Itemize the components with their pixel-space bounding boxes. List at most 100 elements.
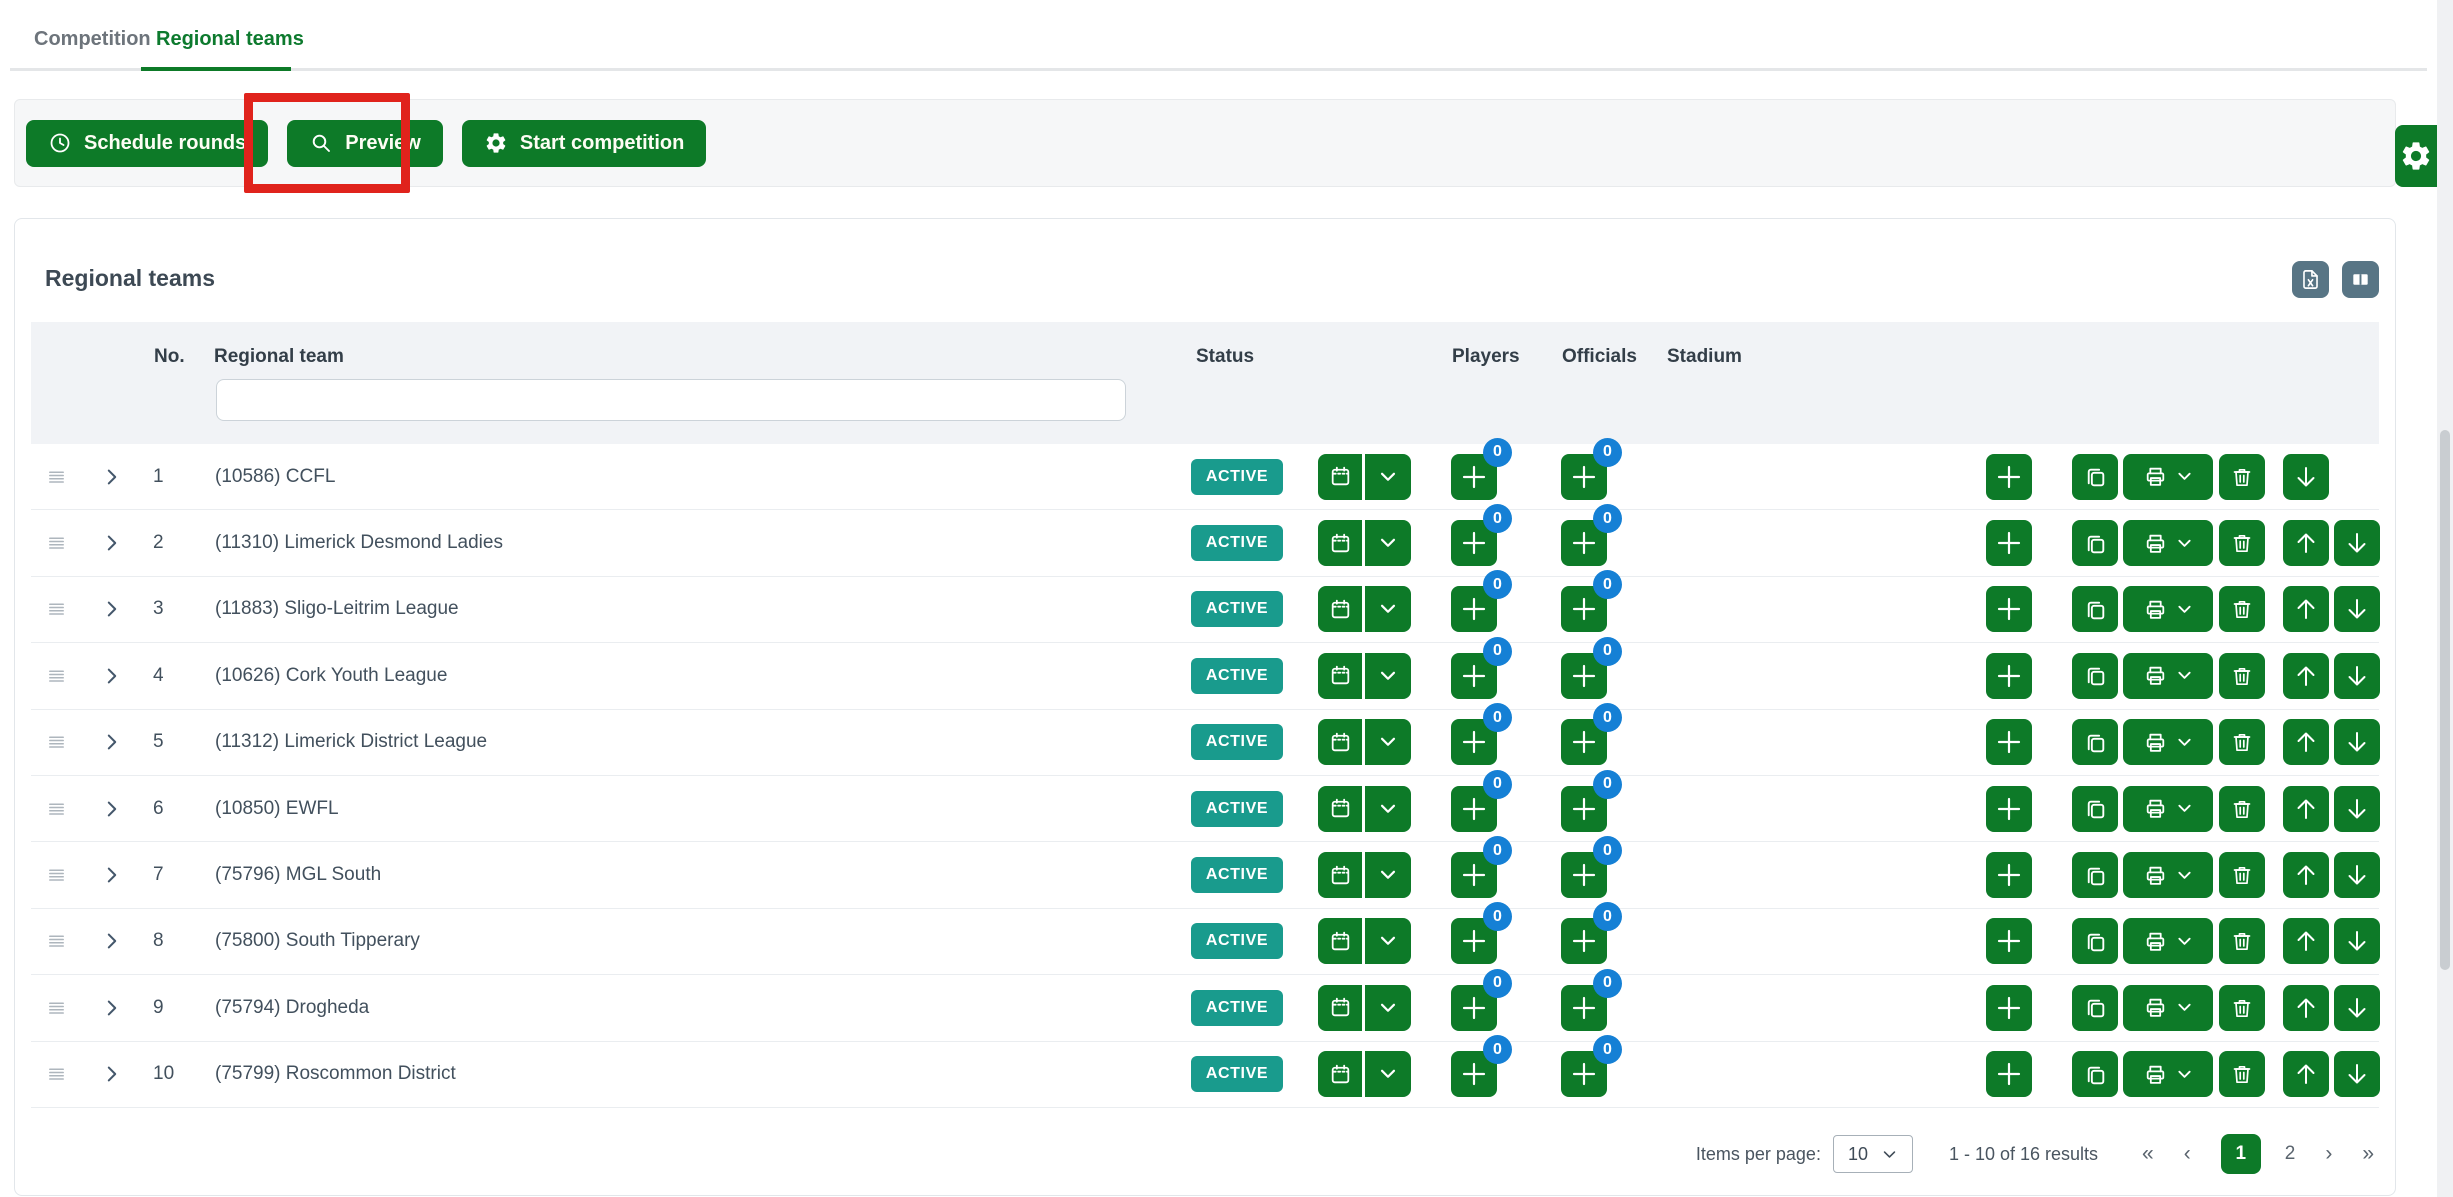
move-up-button[interactable] bbox=[2283, 786, 2329, 832]
delete-button[interactable] bbox=[2219, 918, 2265, 964]
expand-row-button[interactable] bbox=[101, 1063, 123, 1085]
schedule-button[interactable] bbox=[1318, 719, 1362, 765]
drag-handle-icon[interactable] bbox=[45, 664, 68, 687]
copy-button[interactable] bbox=[2072, 786, 2118, 832]
delete-button[interactable] bbox=[2219, 520, 2265, 566]
delete-button[interactable] bbox=[2219, 454, 2265, 500]
print-button[interactable] bbox=[2123, 1051, 2213, 1097]
add-official-button[interactable]: 0 bbox=[1561, 520, 1607, 566]
move-down-button[interactable] bbox=[2283, 454, 2329, 500]
schedule-button[interactable] bbox=[1318, 852, 1362, 898]
add-player-button[interactable]: 0 bbox=[1451, 454, 1497, 500]
move-down-button[interactable] bbox=[2334, 852, 2380, 898]
move-down-button[interactable] bbox=[2334, 520, 2380, 566]
schedule-dropdown-button[interactable] bbox=[1365, 719, 1411, 765]
last-page-button[interactable]: » bbox=[2362, 1142, 2374, 1166]
row-add-button[interactable] bbox=[1986, 520, 2032, 566]
expand-row-button[interactable] bbox=[101, 665, 123, 687]
schedule-dropdown-button[interactable] bbox=[1365, 454, 1411, 500]
tab-competition[interactable]: Competition bbox=[34, 28, 151, 51]
move-down-button[interactable] bbox=[2334, 653, 2380, 699]
add-official-button[interactable]: 0 bbox=[1561, 586, 1607, 632]
next-page-button[interactable]: › bbox=[2325, 1142, 2332, 1166]
expand-row-button[interactable] bbox=[101, 997, 123, 1019]
settings-flyout-button[interactable] bbox=[2395, 125, 2437, 187]
move-down-button[interactable] bbox=[2334, 918, 2380, 964]
move-up-button[interactable] bbox=[2283, 918, 2329, 964]
delete-button[interactable] bbox=[2219, 653, 2265, 699]
expand-row-button[interactable] bbox=[101, 466, 123, 488]
add-official-button[interactable]: 0 bbox=[1561, 653, 1607, 699]
print-button[interactable] bbox=[2123, 918, 2213, 964]
add-official-button[interactable]: 0 bbox=[1561, 918, 1607, 964]
move-down-button[interactable] bbox=[2334, 786, 2380, 832]
expand-row-button[interactable] bbox=[101, 598, 123, 620]
schedule-button[interactable] bbox=[1318, 653, 1362, 699]
tab-regional-teams[interactable]: Regional teams bbox=[156, 28, 304, 51]
add-player-button[interactable]: 0 bbox=[1451, 985, 1497, 1031]
copy-button[interactable] bbox=[2072, 653, 2118, 699]
add-player-button[interactable]: 0 bbox=[1451, 653, 1497, 699]
expand-row-button[interactable] bbox=[101, 731, 123, 753]
print-button[interactable] bbox=[2123, 653, 2213, 699]
add-official-button[interactable]: 0 bbox=[1561, 454, 1607, 500]
add-player-button[interactable]: 0 bbox=[1451, 520, 1497, 566]
drag-handle-icon[interactable] bbox=[45, 864, 68, 887]
move-up-button[interactable] bbox=[2283, 852, 2329, 898]
print-button[interactable] bbox=[2123, 786, 2213, 832]
print-button[interactable] bbox=[2123, 852, 2213, 898]
move-up-button[interactable] bbox=[2283, 520, 2329, 566]
copy-button[interactable] bbox=[2072, 918, 2118, 964]
schedule-dropdown-button[interactable] bbox=[1365, 985, 1411, 1031]
schedule-dropdown-button[interactable] bbox=[1365, 852, 1411, 898]
move-down-button[interactable] bbox=[2334, 719, 2380, 765]
expand-row-button[interactable] bbox=[101, 798, 123, 820]
copy-button[interactable] bbox=[2072, 1051, 2118, 1097]
scrollbar-thumb[interactable] bbox=[2440, 430, 2450, 970]
row-add-button[interactable] bbox=[1986, 454, 2032, 500]
scrollbar-track[interactable] bbox=[2437, 0, 2453, 1197]
copy-button[interactable] bbox=[2072, 520, 2118, 566]
drag-handle-icon[interactable] bbox=[45, 465, 68, 488]
move-up-button[interactable] bbox=[2283, 985, 2329, 1031]
start-competition-button[interactable]: Start competition bbox=[462, 120, 706, 167]
copy-button[interactable] bbox=[2072, 454, 2118, 500]
schedule-button[interactable] bbox=[1318, 1051, 1362, 1097]
row-add-button[interactable] bbox=[1986, 719, 2032, 765]
delete-button[interactable] bbox=[2219, 586, 2265, 632]
schedule-dropdown-button[interactable] bbox=[1365, 918, 1411, 964]
drag-handle-icon[interactable] bbox=[45, 996, 68, 1019]
add-player-button[interactable]: 0 bbox=[1451, 852, 1497, 898]
add-player-button[interactable]: 0 bbox=[1451, 1051, 1497, 1097]
expand-row-button[interactable] bbox=[101, 864, 123, 886]
items-per-page-select[interactable]: 10 bbox=[1833, 1135, 1913, 1173]
drag-handle-icon[interactable] bbox=[45, 532, 68, 555]
copy-button[interactable] bbox=[2072, 985, 2118, 1031]
delete-button[interactable] bbox=[2219, 786, 2265, 832]
schedule-dropdown-button[interactable] bbox=[1365, 1051, 1411, 1097]
column-settings-button[interactable] bbox=[2342, 261, 2379, 298]
team-filter-input[interactable] bbox=[216, 379, 1126, 421]
row-add-button[interactable] bbox=[1986, 653, 2032, 699]
row-add-button[interactable] bbox=[1986, 918, 2032, 964]
add-official-button[interactable]: 0 bbox=[1561, 985, 1607, 1031]
move-down-button[interactable] bbox=[2334, 985, 2380, 1031]
add-player-button[interactable]: 0 bbox=[1451, 719, 1497, 765]
add-official-button[interactable]: 0 bbox=[1561, 719, 1607, 765]
move-down-button[interactable] bbox=[2334, 586, 2380, 632]
schedule-button[interactable] bbox=[1318, 985, 1362, 1031]
row-add-button[interactable] bbox=[1986, 786, 2032, 832]
print-button[interactable] bbox=[2123, 719, 2213, 765]
copy-button[interactable] bbox=[2072, 586, 2118, 632]
move-up-button[interactable] bbox=[2283, 1051, 2329, 1097]
add-player-button[interactable]: 0 bbox=[1451, 918, 1497, 964]
row-add-button[interactable] bbox=[1986, 586, 2032, 632]
print-button[interactable] bbox=[2123, 520, 2213, 566]
schedule-dropdown-button[interactable] bbox=[1365, 653, 1411, 699]
move-up-button[interactable] bbox=[2283, 586, 2329, 632]
page-2-button[interactable]: 2 bbox=[2285, 1143, 2296, 1165]
export-excel-button[interactable] bbox=[2292, 261, 2329, 298]
copy-button[interactable] bbox=[2072, 852, 2118, 898]
schedule-dropdown-button[interactable] bbox=[1365, 586, 1411, 632]
schedule-button[interactable] bbox=[1318, 454, 1362, 500]
